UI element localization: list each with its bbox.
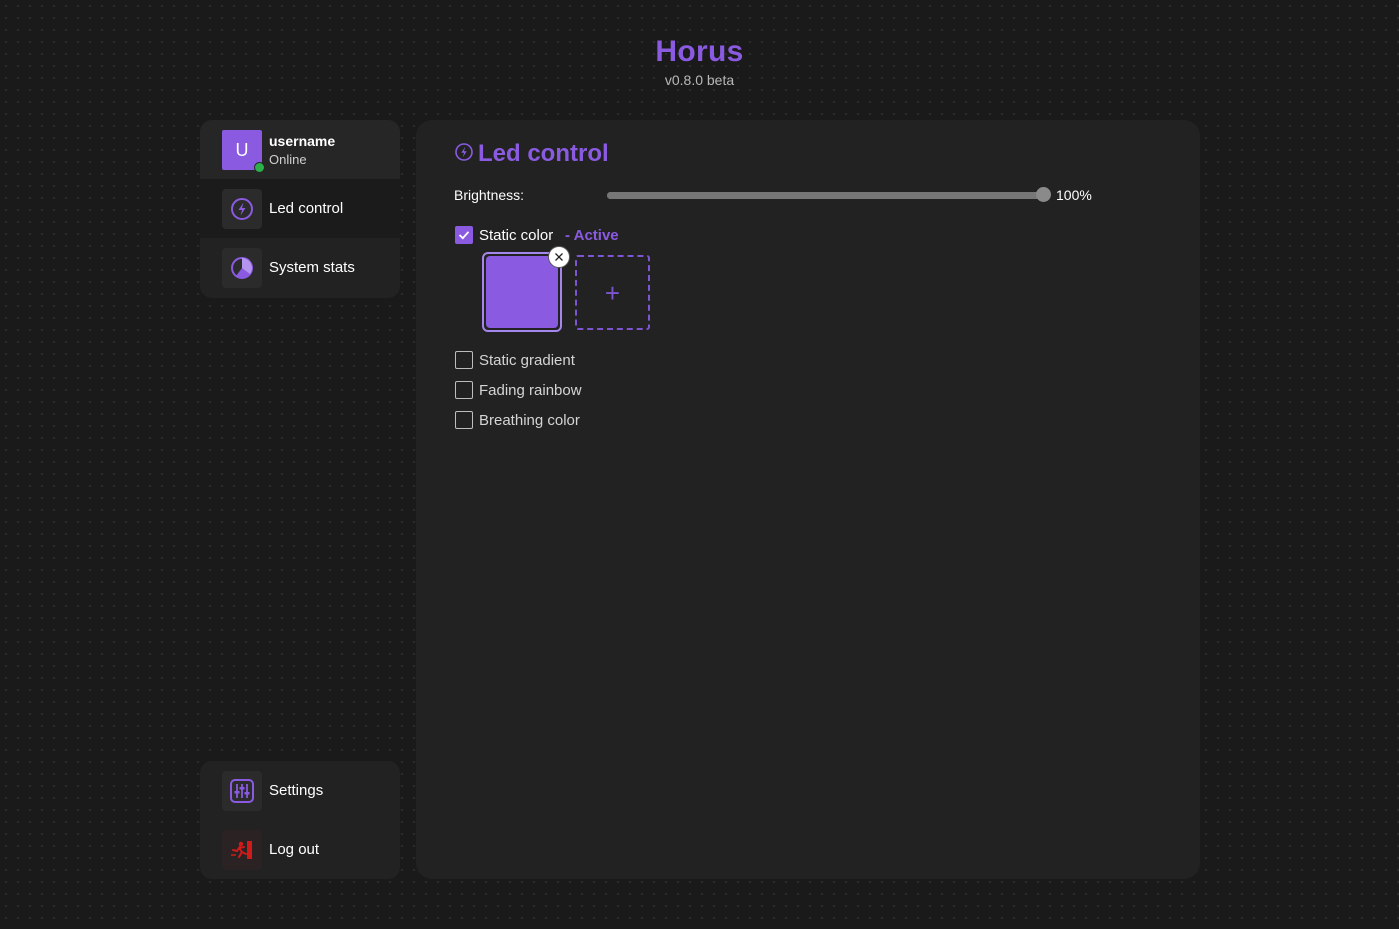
brightness-slider-thumb[interactable]: [1036, 187, 1051, 202]
app-title: Horus: [655, 35, 744, 68]
static-gradient-label: Static gradient: [479, 352, 575, 369]
led-control-panel: Led control Brightness: 100% Static colo…: [416, 120, 1200, 879]
breathing-color-label: Breathing color: [479, 412, 580, 429]
brightness-label: Brightness:: [454, 187, 525, 203]
profile-status: Online: [269, 152, 307, 167]
pie-chart-icon: [222, 248, 262, 288]
profile-username: username: [269, 133, 336, 149]
static-color-label: Static color: [479, 227, 554, 244]
sidebar-item-label: System stats: [269, 259, 355, 276]
breathing-color-checkbox[interactable]: [455, 411, 473, 429]
app-version: v0.8.0 beta: [664, 72, 735, 88]
logout-icon: [222, 830, 262, 870]
brightness-slider-track[interactable]: [607, 192, 1043, 199]
remove-color-button[interactable]: [548, 246, 570, 268]
sliders-icon: [222, 771, 262, 811]
fading-rainbow-label: Fading rainbow: [479, 382, 582, 399]
sidebar-item-label: Settings: [269, 782, 324, 799]
static-gradient-checkbox[interactable]: [455, 351, 473, 369]
bolt-icon: [454, 142, 474, 167]
brightness-value: 100%: [1056, 187, 1092, 203]
app-header: Horus v0.8.0 beta: [0, 34, 1399, 88]
sidebar-footer: Settings Log out: [200, 761, 400, 879]
sidebar-item-led-control[interactable]: Led control: [200, 179, 400, 238]
sidebar-item-settings[interactable]: Settings: [200, 761, 400, 820]
static-color-checkbox[interactable]: [455, 226, 473, 244]
sidebar-item-label: Led control: [269, 200, 344, 217]
bolt-icon: [222, 189, 262, 229]
page-title: Led control: [478, 140, 609, 167]
online-status-dot: [254, 162, 265, 173]
sidebar-item-logout[interactable]: Log out: [200, 820, 400, 879]
close-icon: [555, 253, 563, 261]
check-icon: [458, 231, 470, 240]
sidebar-item-label: Log out: [269, 841, 320, 858]
add-color-button[interactable]: +: [575, 255, 650, 330]
sidebar-item-system-stats[interactable]: System stats: [200, 238, 400, 297]
fading-rainbow-checkbox[interactable]: [455, 381, 473, 399]
active-badge: - Active: [565, 227, 619, 244]
section-title: Led control: [454, 140, 609, 168]
sidebar-nav: U username Online Led control System sta…: [200, 120, 400, 298]
plus-icon: +: [604, 277, 621, 308]
user-profile[interactable]: U username Online: [200, 120, 400, 179]
color-swatch-fill: [486, 256, 558, 328]
brightness-slider-fill: [607, 192, 1043, 199]
